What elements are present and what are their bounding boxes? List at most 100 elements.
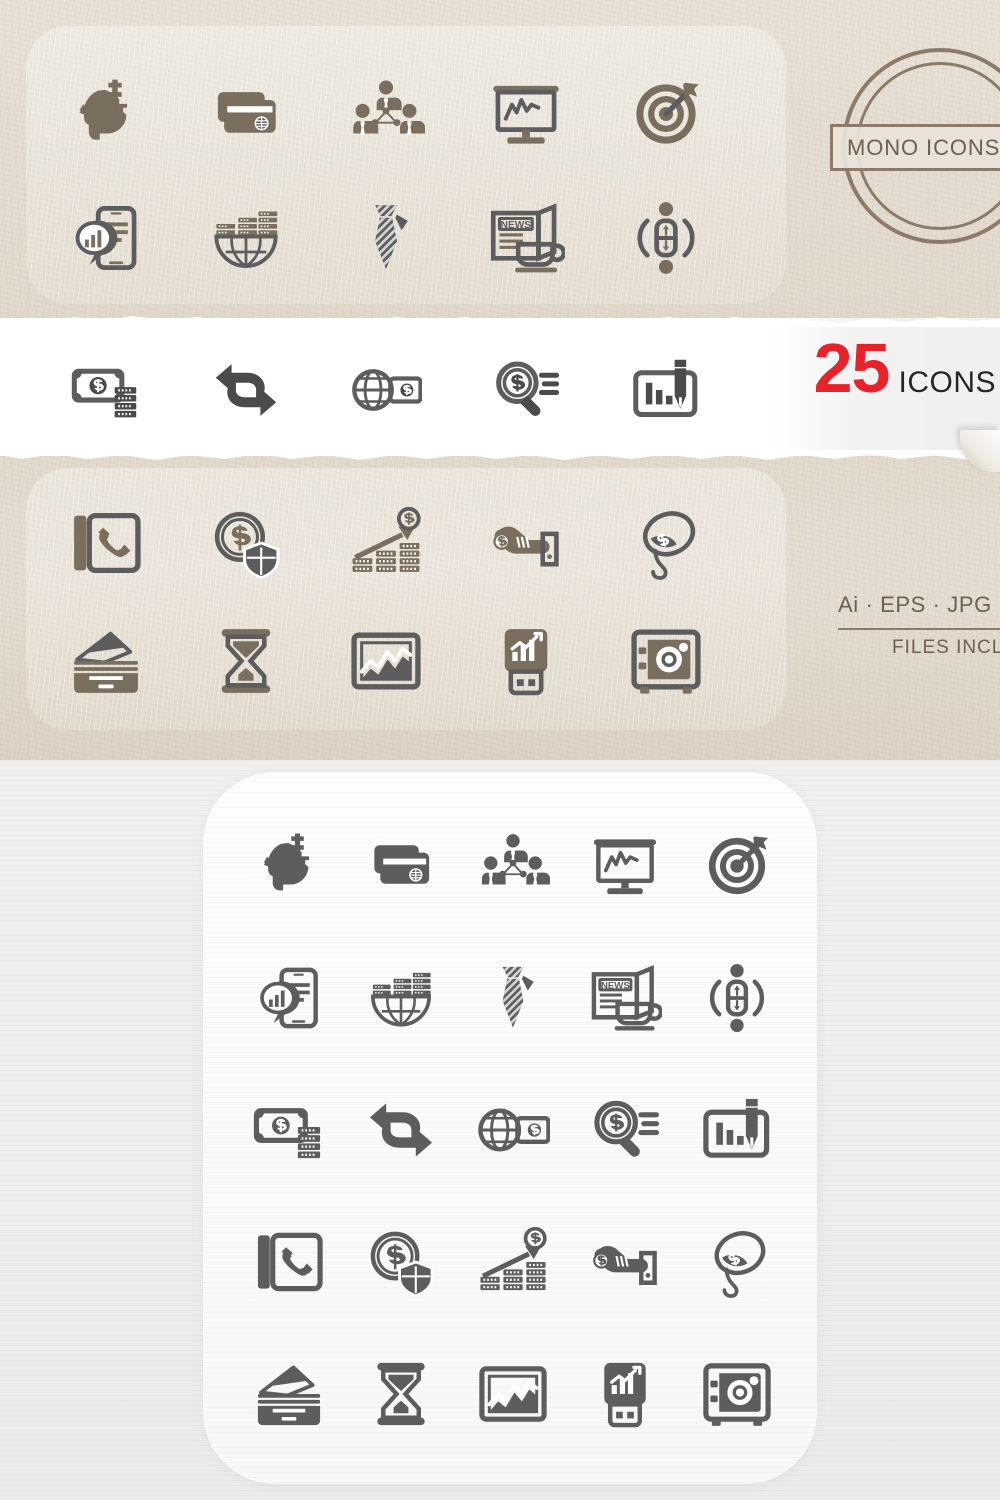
chart-pen-icon-glyph: [700, 1093, 774, 1167]
chart-picture-frame-icon: [457, 1328, 569, 1460]
global-money-stacks-icon: [345, 932, 457, 1064]
svg-text:NEWS: NEWS: [601, 980, 630, 991]
chart-picture-frame-icon: [316, 602, 456, 720]
mid-icon-grid: [36, 484, 736, 720]
presentation-chart-icon: [569, 800, 681, 932]
team-network-icon: [457, 800, 569, 932]
presentation-chart-icon: [456, 52, 596, 176]
file-formats-text: Ai · EPS · JPG · S: [838, 592, 1000, 617]
head-with-dollar-key-icon-glyph: [67, 75, 145, 153]
chart-picture-frame-icon-glyph: [348, 623, 424, 699]
usb-chart-icon: [456, 602, 596, 720]
hourglass-icon-glyph: [364, 1357, 438, 1431]
person-connection-icon-glyph: [700, 961, 774, 1035]
money-balloon-icon-glyph: [700, 1225, 774, 1299]
newspaper-coffee-icon-glyph: NEWS: [588, 961, 662, 1035]
dollar-coin-shield-icon-glyph: [364, 1225, 438, 1299]
team-network-icon-glyph: [476, 829, 550, 903]
global-money-stacks-icon: [176, 176, 316, 300]
head-with-dollar-key-icon: [36, 52, 176, 176]
chart-pen-icon-glyph: [630, 354, 702, 426]
formats-divider: [838, 628, 1000, 630]
dollar-coin-shield-icon-glyph: [208, 505, 284, 581]
file-formats-block: Ai · EPS · JPG · S FILES INCLU: [838, 592, 1000, 659]
head-with-dollar-key-icon: [233, 800, 345, 932]
hand-with-coin-icon-glyph: [488, 505, 564, 581]
newspaper-coffee-icon: NEWS: [456, 176, 596, 300]
mobile-analytics-icon-glyph: [67, 199, 145, 277]
hand-with-coin-icon: [569, 1196, 681, 1328]
credit-cards-globe-icon: [345, 800, 457, 932]
wallet-cards-icon-glyph: [252, 1357, 326, 1431]
torn-edge-top: [0, 314, 1000, 327]
banner-icon-row: [36, 340, 736, 440]
credit-cards-globe-icon: [176, 52, 316, 176]
safe-vault-icon: [596, 602, 736, 720]
necktie-icon-glyph: [347, 199, 425, 277]
mobile-analytics-icon: [36, 176, 176, 300]
credit-cards-globe-icon-glyph: [364, 829, 438, 903]
globe-banknote-icon: [316, 340, 456, 440]
stamp-label: MONO ICONS ·: [830, 124, 1000, 171]
chart-pen-icon: [681, 1064, 793, 1196]
growth-arrow-coins-icon: [316, 484, 456, 602]
phone-book-icon-glyph: [252, 1225, 326, 1299]
money-balloon-icon: [681, 1196, 793, 1328]
magnifier-dollar-icon: [456, 340, 596, 440]
necktie-icon: [457, 932, 569, 1064]
full-icon-grid: NEWS: [233, 800, 793, 1460]
wallet-cards-icon: [233, 1328, 345, 1460]
hourglass-icon: [176, 602, 316, 720]
wallet-cards-icon-glyph: [68, 623, 144, 699]
team-network-icon: [316, 52, 456, 176]
hourglass-icon: [345, 1328, 457, 1460]
globe-banknote-icon-glyph: [350, 354, 422, 426]
banknote-coins-icon: [36, 340, 176, 440]
safe-vault-icon-glyph: [700, 1357, 774, 1431]
mobile-analytics-icon-glyph: [252, 961, 326, 1035]
hand-with-coin-icon-glyph: [588, 1225, 662, 1299]
magnifier-dollar-icon-glyph: [490, 354, 562, 426]
usb-chart-icon-glyph: [588, 1357, 662, 1431]
newspaper-coffee-icon-glyph: NEWS: [487, 199, 565, 277]
phone-book-icon-glyph: [68, 505, 144, 581]
exchange-arrows-icon-glyph: [364, 1093, 438, 1167]
globe-banknote-icon: [457, 1064, 569, 1196]
global-money-stacks-icon-glyph: [364, 961, 438, 1035]
files-included-text: FILES INCLU: [892, 637, 1000, 658]
safe-vault-icon: [681, 1328, 793, 1460]
globe-banknote-icon-glyph: [476, 1093, 550, 1167]
necktie-icon: [316, 176, 456, 300]
head-with-dollar-key-icon-glyph: [252, 829, 326, 903]
team-network-icon-glyph: [347, 75, 425, 153]
banknote-coins-icon: [233, 1064, 345, 1196]
magnifier-dollar-icon: [569, 1064, 681, 1196]
hand-with-coin-icon: [456, 484, 596, 602]
target-dart-icon: [596, 52, 736, 176]
hourglass-icon-glyph: [208, 623, 284, 699]
growth-arrow-coins-icon: [457, 1196, 569, 1328]
top-icon-grid: NEWS: [36, 52, 736, 300]
exchange-arrows-icon: [176, 340, 316, 440]
growth-arrow-coins-icon-glyph: [348, 505, 424, 581]
global-money-stacks-icon-glyph: [207, 199, 285, 277]
person-connection-icon: [681, 932, 793, 1064]
mono-icons-stamp: MONO ICONS ·: [830, 48, 1000, 244]
torn-edge-bottom: [0, 450, 1000, 463]
banknote-coins-icon-glyph: [70, 354, 142, 426]
banknote-coins-icon-glyph: [252, 1093, 326, 1167]
target-dart-icon-glyph: [627, 75, 705, 153]
icon-count-block: 25 ICONS: [813, 329, 996, 407]
presentation-chart-icon-glyph: [487, 75, 565, 153]
exchange-arrows-icon: [345, 1064, 457, 1196]
target-dart-icon: [681, 800, 793, 932]
icon-count-number: 25: [813, 329, 891, 407]
magnifier-dollar-icon-glyph: [588, 1093, 662, 1167]
credit-cards-globe-icon-glyph: [207, 75, 285, 153]
phone-book-icon: [36, 484, 176, 602]
chart-picture-frame-icon-glyph: [476, 1357, 550, 1431]
money-balloon-icon: [596, 484, 736, 602]
usb-chart-icon: [569, 1328, 681, 1460]
usb-chart-icon-glyph: [488, 623, 564, 699]
growth-arrow-coins-icon-glyph: [476, 1225, 550, 1299]
